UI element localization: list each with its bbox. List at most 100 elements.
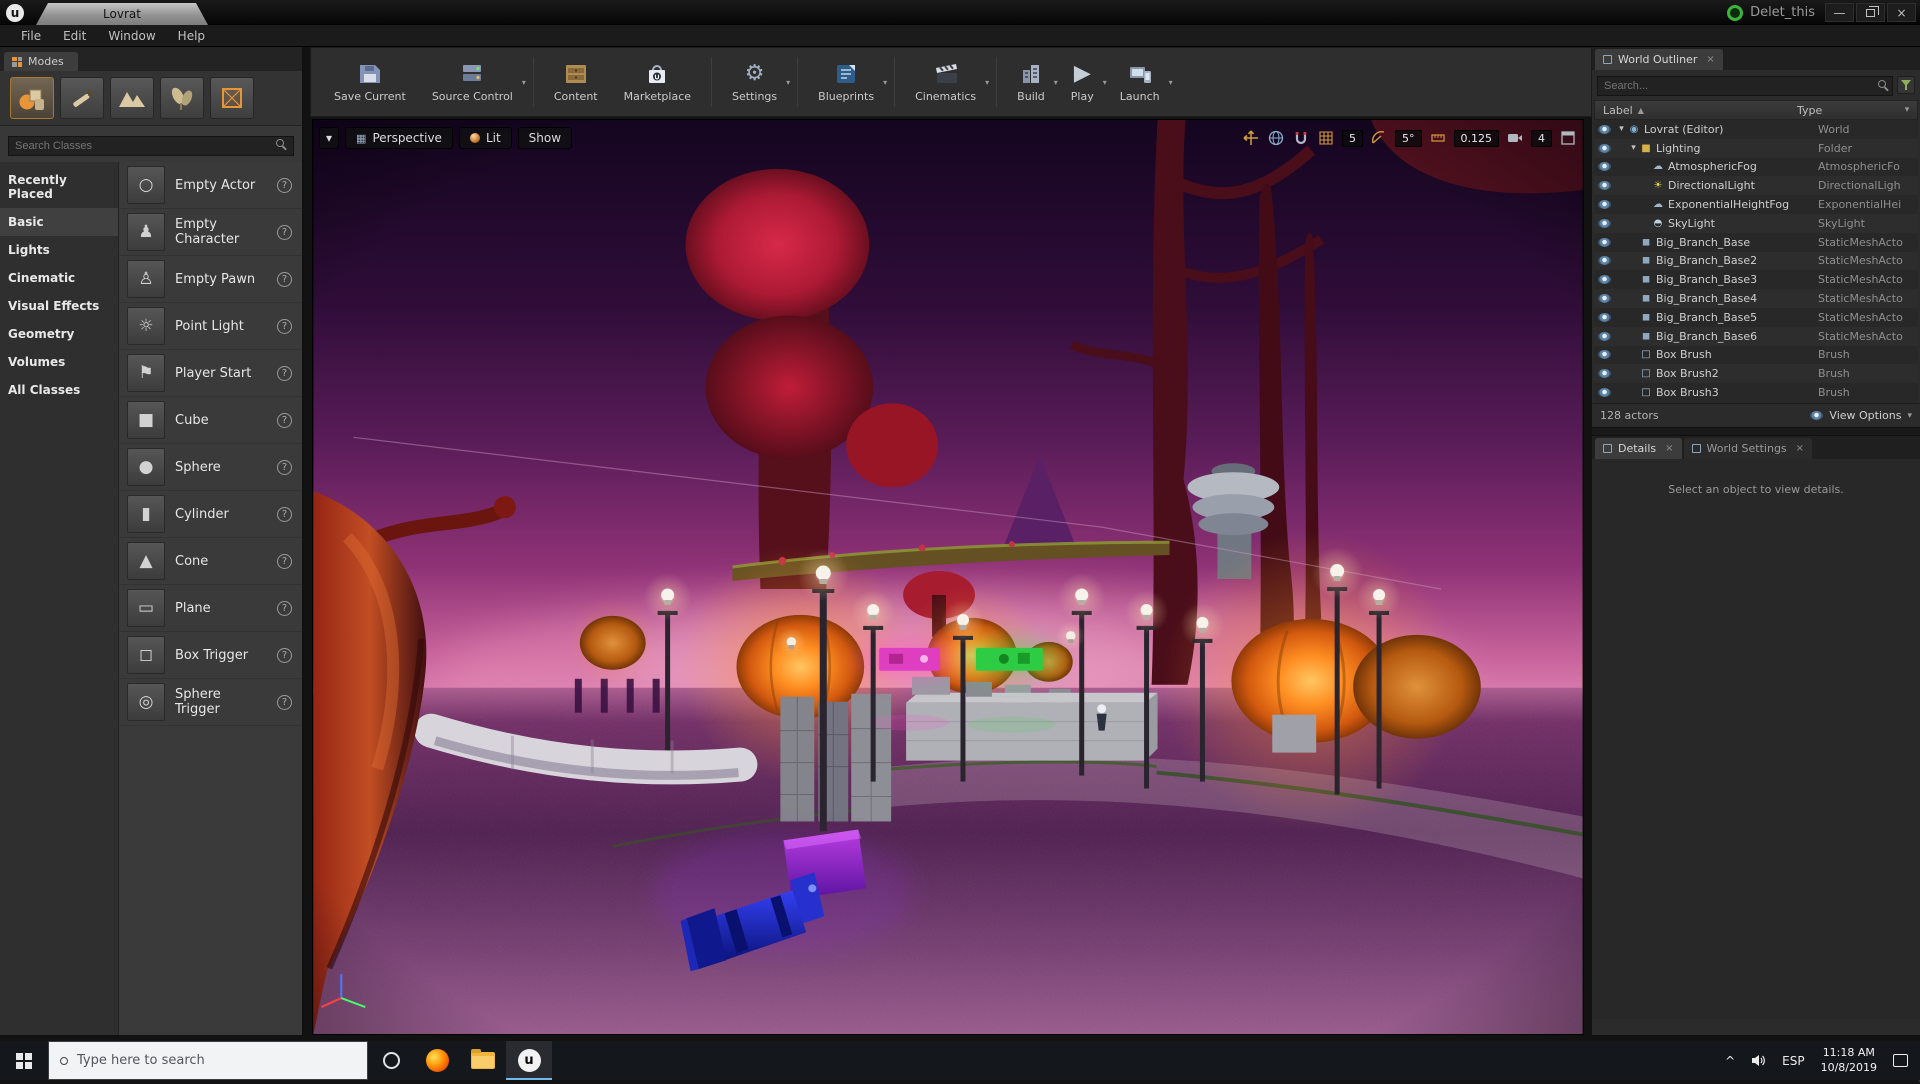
placeable-item[interactable]: ▭ Plane ?: [119, 585, 302, 632]
world-space-icon[interactable]: [1267, 129, 1285, 147]
visibility-eye-icon[interactable]: [1598, 369, 1611, 378]
placeable-item[interactable]: ☼ Point Light ?: [119, 303, 302, 350]
chevron-down-icon[interactable]: ▾: [786, 78, 790, 87]
help-icon[interactable]: ?: [277, 178, 292, 193]
world-settings-tab[interactable]: World Settings ×: [1684, 438, 1813, 459]
chevron-down-icon[interactable]: ▾: [883, 78, 887, 87]
scale-snap-value[interactable]: 0.125: [1454, 130, 1500, 147]
placeable-item[interactable]: ○ Empty Actor ?: [119, 162, 302, 209]
menu-window[interactable]: Window: [97, 26, 166, 46]
source-control-button[interactable]: Source Control ▾: [419, 53, 526, 111]
visibility-eye-icon[interactable]: [1598, 332, 1611, 341]
placeable-item[interactable]: ⚑ Player Start ?: [119, 350, 302, 397]
close-tab-icon[interactable]: ×: [1796, 443, 1804, 454]
rotation-snap-icon[interactable]: [1370, 129, 1388, 147]
restore-button[interactable]: [1856, 3, 1885, 22]
camera-speed-icon[interactable]: [1506, 129, 1524, 147]
visibility-eye-icon[interactable]: [1598, 238, 1611, 247]
content-button[interactable]: Content: [541, 53, 611, 111]
viewport[interactable]: ▾ ▦ Perspective Lit Show 5: [312, 119, 1584, 1035]
camera-speed-value[interactable]: 4: [1531, 130, 1552, 147]
scale-snap-icon[interactable]: [1429, 129, 1447, 147]
category-item[interactable]: Visual Effects: [0, 292, 118, 320]
visibility-eye-icon[interactable]: [1598, 181, 1611, 190]
outliner-row[interactable]: □ Box Brush2 Brush: [1594, 364, 1918, 383]
category-item[interactable]: Volumes: [0, 348, 118, 376]
category-item[interactable]: Cinematic: [0, 264, 118, 292]
details-tab[interactable]: Details ×: [1595, 438, 1682, 459]
maximize-viewport-icon[interactable]: [1559, 129, 1577, 147]
language-indicator[interactable]: ESP: [1774, 1041, 1812, 1080]
help-icon[interactable]: ?: [277, 225, 292, 240]
help-icon[interactable]: ?: [277, 601, 292, 616]
placeable-item[interactable]: ♙ Empty Pawn ?: [119, 256, 302, 303]
taskbar-search[interactable]: Type here to search: [48, 1041, 368, 1080]
outliner-row[interactable]: ◼ Big_Branch_Base4 StaticMeshActo: [1594, 289, 1918, 308]
firefox-button[interactable]: [414, 1041, 460, 1080]
tray-chevron-icon[interactable]: ^: [1717, 1041, 1743, 1080]
visibility-eye-icon[interactable]: [1598, 256, 1611, 265]
visibility-eye-icon[interactable]: [1598, 388, 1611, 397]
panel-splitter[interactable]: [1592, 427, 1920, 436]
menu-help[interactable]: Help: [167, 26, 216, 46]
blueprints-button[interactable]: Blueprints ▾: [805, 53, 887, 111]
placeable-item[interactable]: ▮ Cylinder ?: [119, 491, 302, 538]
expander-arrow-icon[interactable]: ▾: [1616, 124, 1627, 134]
help-icon[interactable]: ?: [277, 648, 292, 663]
placeable-item[interactable]: ▲ Cone ?: [119, 538, 302, 585]
outliner-search-input[interactable]: [1597, 76, 1893, 96]
placeable-item[interactable]: ◎ Sphere Trigger ?: [119, 679, 302, 726]
start-button[interactable]: [0, 1041, 48, 1080]
outliner-row[interactable]: ◼ Big_Branch_Base5 StaticMeshActo: [1594, 308, 1918, 327]
visibility-eye-icon[interactable]: [1598, 200, 1611, 209]
outliner-row[interactable]: ◼ Big_Branch_Base StaticMeshActo: [1594, 233, 1918, 252]
save-current-button[interactable]: Save Current: [321, 53, 419, 111]
outliner-row[interactable]: ◼ Big_Branch_Base6 StaticMeshActo: [1594, 327, 1918, 346]
category-item[interactable]: All Classes: [0, 376, 118, 404]
outliner-row[interactable]: ☁ ExponentialHeightFog ExponentialHei: [1594, 195, 1918, 214]
outliner-row[interactable]: □ Box Brush Brush: [1594, 346, 1918, 365]
help-icon[interactable]: ?: [277, 554, 292, 569]
menu-file[interactable]: File: [10, 26, 52, 46]
column-menu-icon[interactable]: ▾: [1897, 105, 1917, 115]
close-tab-icon[interactable]: ×: [1706, 54, 1714, 65]
help-icon[interactable]: ?: [277, 413, 292, 428]
filter-icon[interactable]: [1897, 76, 1915, 94]
type-column-header[interactable]: Type: [1797, 104, 1897, 117]
chevron-down-icon[interactable]: ▾: [1169, 78, 1173, 87]
help-icon[interactable]: ?: [277, 272, 292, 287]
transform-gizmo-icon[interactable]: [1242, 129, 1260, 147]
rotation-snap-value[interactable]: 5°: [1395, 130, 1422, 147]
view-options-button[interactable]: View Options ▾: [1810, 409, 1912, 422]
show-button[interactable]: Show: [518, 127, 572, 149]
category-item[interactable]: Lights: [0, 236, 118, 264]
chevron-down-icon[interactable]: ▾: [985, 78, 989, 87]
visibility-eye-icon[interactable]: [1598, 144, 1611, 153]
outliner-row[interactable]: ▾ ◉ Lovrat (Editor) World: [1594, 120, 1918, 139]
project-tab[interactable]: Lovrat: [36, 3, 208, 25]
launch-button[interactable]: Launch ▾: [1107, 53, 1173, 111]
search-classes-input[interactable]: [8, 136, 294, 156]
close-button[interactable]: ×: [1887, 3, 1916, 22]
visibility-eye-icon[interactable]: [1598, 162, 1611, 171]
lit-mode-button[interactable]: Lit: [459, 127, 512, 149]
help-icon[interactable]: ?: [277, 695, 292, 710]
chevron-down-icon[interactable]: ▾: [522, 78, 526, 87]
help-icon[interactable]: ?: [277, 507, 292, 522]
visibility-eye-icon[interactable]: [1598, 275, 1611, 284]
notification-center-button[interactable]: [1885, 1041, 1916, 1080]
minimize-button[interactable]: —: [1825, 3, 1854, 22]
clock[interactable]: 11:18 AM 10/8/2019: [1813, 1041, 1885, 1080]
place-mode-button[interactable]: [10, 77, 54, 119]
play-button[interactable]: ▶ Play ▾: [1058, 53, 1107, 111]
grid-snap-value[interactable]: 5: [1342, 130, 1363, 147]
viewport-options-button[interactable]: ▾: [319, 127, 339, 149]
marketplace-button[interactable]: Marketplace: [611, 53, 704, 111]
placeable-item[interactable]: ■ Cube ?: [119, 397, 302, 444]
file-explorer-button[interactable]: [460, 1041, 506, 1080]
visibility-eye-icon[interactable]: [1598, 313, 1611, 322]
category-item[interactable]: Basic: [0, 208, 118, 236]
visibility-eye-icon[interactable]: [1598, 125, 1611, 134]
cortana-button[interactable]: [368, 1041, 414, 1080]
menu-edit[interactable]: Edit: [52, 26, 97, 46]
